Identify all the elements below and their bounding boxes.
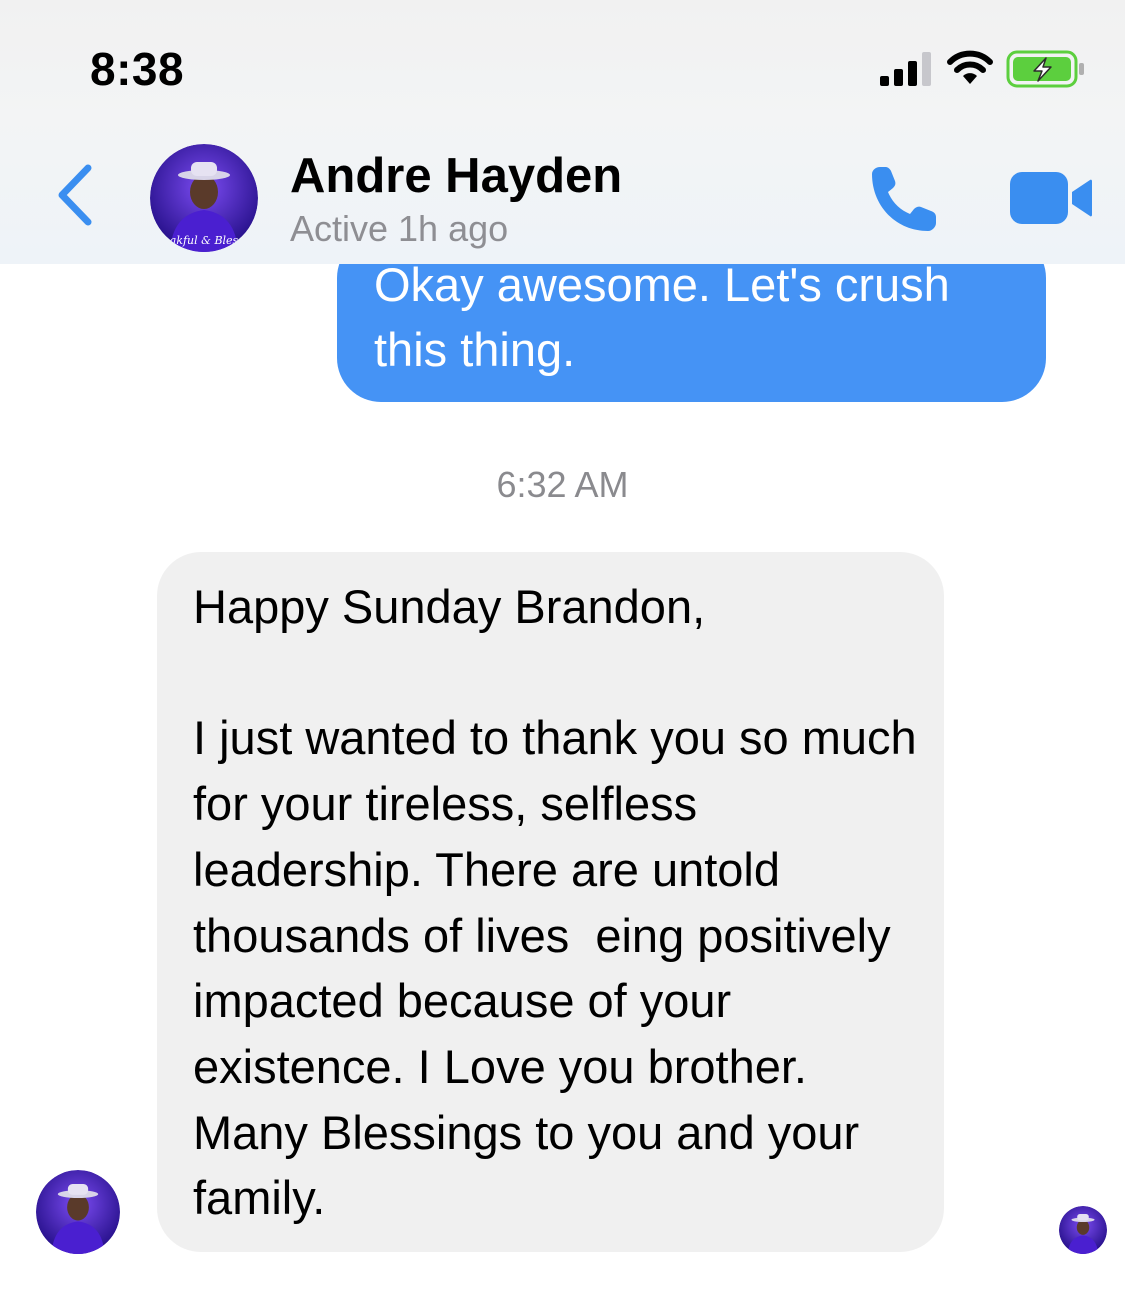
chevron-left-icon — [58, 164, 92, 226]
video-call-button[interactable] — [1008, 168, 1094, 228]
incoming-message-bubble[interactable]: Happy Sunday Brandon, I just wanted to t… — [157, 552, 944, 1252]
back-button[interactable] — [50, 160, 100, 230]
outgoing-message-text: Okay awesome. Let's crush this thing. — [374, 258, 950, 376]
status-bar-time: 8:38 — [90, 43, 185, 95]
cellular-signal-icon — [880, 52, 936, 86]
wifi-icon — [946, 50, 994, 86]
incoming-message-text: Happy Sunday Brandon, I just wanted to t… — [193, 580, 917, 1225]
contact-name[interactable]: Andre Hayden — [290, 148, 622, 204]
svg-text:akful & Bles: akful & Bles — [170, 234, 239, 247]
contact-active-status: Active 1h ago — [290, 208, 509, 249]
sender-avatar[interactable] — [36, 1170, 120, 1254]
read-receipt-avatar — [1059, 1206, 1107, 1254]
video-camera-icon — [1010, 172, 1092, 224]
phone-icon — [872, 167, 936, 231]
message-timestamp: 6:32 AM — [496, 464, 629, 505]
conversation-header: 8:38 akful & Bles Andre Hayden Active 1h… — [0, 0, 1125, 264]
battery-charging-icon — [1006, 50, 1086, 88]
audio-call-button[interactable] — [864, 164, 940, 234]
contact-avatar[interactable]: akful & Bles — [150, 144, 258, 252]
